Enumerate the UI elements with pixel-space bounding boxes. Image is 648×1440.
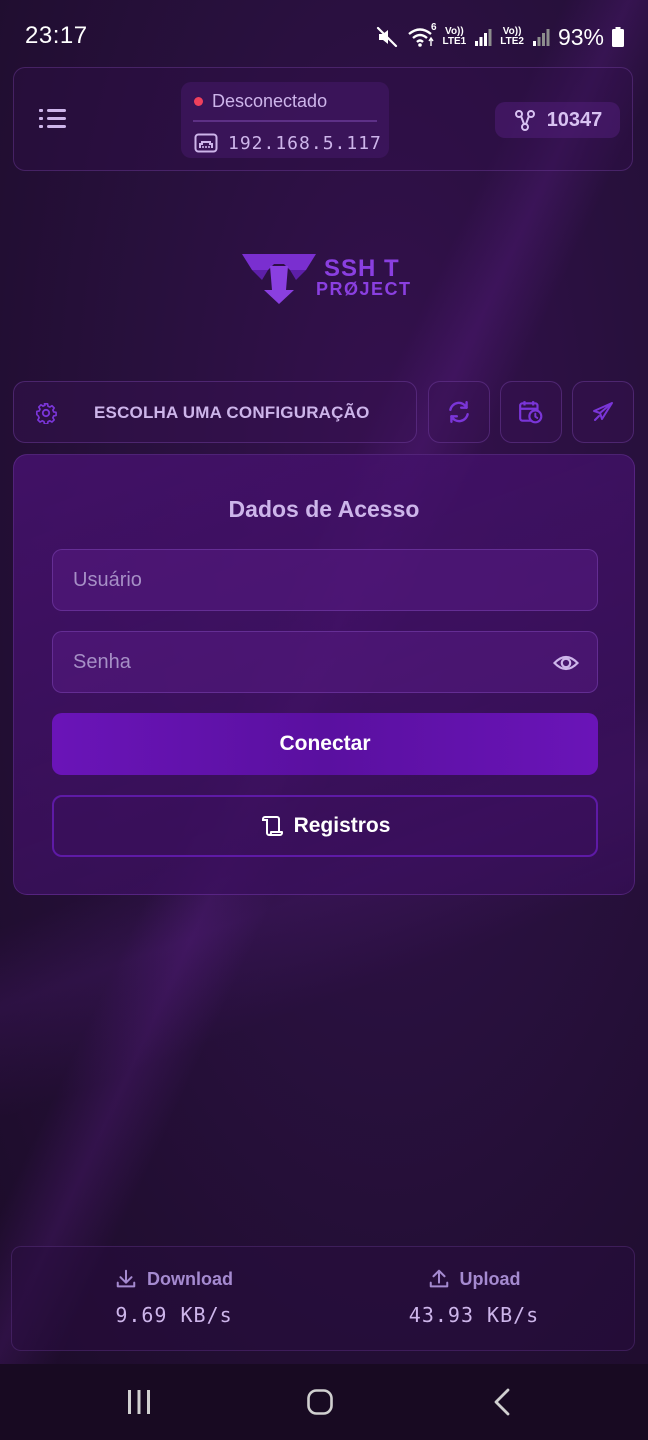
wifi-badge: 6 — [430, 22, 437, 33]
sim1-label: Vo)) LTE1 — [443, 27, 467, 47]
status-time: 23:17 — [25, 22, 88, 49]
airplane-mode-button[interactable] — [572, 381, 634, 443]
download-icon — [116, 1269, 136, 1288]
download-value: 9.69 KB/s — [115, 1303, 233, 1327]
logs-button[interactable]: Registros — [52, 795, 598, 857]
upload-icon — [429, 1269, 448, 1288]
ip-row: 192.168.5.117 — [194, 130, 382, 156]
upload-label: Upload — [459, 1268, 521, 1289]
connection-status: Desconectado — [194, 88, 327, 114]
upload-value: 43.93 KB/s — [408, 1303, 540, 1327]
network-nodes-icon — [514, 110, 535, 131]
recent-apps-button[interactable] — [126, 1388, 152, 1421]
airplane-icon — [593, 402, 613, 421]
refresh-icon — [449, 401, 469, 423]
battery-percent: 93% — [557, 23, 604, 50]
upload-stat: Upload 43.93 KB/s — [344, 1265, 604, 1328]
status-indicators: 6 Vo)) LTE1 Vo)) LTE2 93% — [375, 22, 624, 52]
logo-text-secondary: PRØJECT — [316, 279, 412, 299]
scroll-icon — [261, 816, 283, 836]
signal-icon-2 — [532, 27, 550, 47]
logs-label: Registros — [293, 814, 391, 837]
system-nav-bar — [0, 1364, 648, 1440]
wifi-icon: 6 — [407, 22, 437, 49]
app-logo: SSH T PRØJECT — [240, 252, 410, 308]
mute-icon — [375, 25, 399, 49]
username-input[interactable] — [53, 550, 597, 610]
counter-value: 10347 — [546, 108, 603, 131]
header-card: Desconectado 192.168.5.117 10347 — [13, 67, 633, 171]
sim1-bottom: LTE1 — [442, 36, 467, 47]
password-field[interactable] — [52, 631, 598, 693]
eye-icon — [552, 655, 580, 671]
divider — [193, 120, 377, 122]
signal-icon — [474, 27, 492, 47]
access-card: Dados de Acesso Conectar Registros — [13, 454, 635, 895]
recent-apps-icon — [128, 1390, 150, 1414]
back-chevron-icon — [494, 1388, 510, 1416]
password-input[interactable] — [53, 632, 597, 692]
connect-button[interactable]: Conectar — [52, 713, 598, 775]
choose-config-button[interactable]: ESCOLHA UMA CONFIGURAÇÃO — [13, 381, 417, 443]
battery-icon — [612, 27, 624, 47]
calendar-clock-icon — [519, 401, 543, 424]
download-stat: Download 9.69 KB/s — [44, 1265, 304, 1328]
sim2-label: Vo)) LTE2 — [500, 27, 524, 47]
home-button[interactable] — [306, 1388, 334, 1421]
download-label: Download — [147, 1268, 233, 1289]
connection-status-text: Desconectado — [212, 90, 328, 111]
back-button[interactable] — [492, 1388, 512, 1421]
menu-button[interactable] — [38, 106, 68, 132]
logo-mark-icon — [242, 254, 316, 304]
config-label: ESCOLHA UMA CONFIGURAÇÃO — [94, 403, 370, 422]
status-bar: 23:17 6 Vo)) LTE1 Vo)) LTE2 93% — [0, 0, 648, 70]
refresh-button[interactable] — [428, 381, 490, 443]
schedule-button[interactable] — [500, 381, 562, 443]
gear-icon — [36, 403, 57, 424]
list-menu-icon — [39, 109, 66, 128]
ip-address: 192.168.5.117 — [228, 132, 382, 154]
username-field[interactable] — [52, 549, 598, 611]
card-title: Dados de Acesso — [228, 496, 420, 522]
counter-badge[interactable]: 10347 — [495, 102, 620, 138]
connection-info: Desconectado 192.168.5.117 — [181, 82, 389, 158]
sim2-bottom: LTE2 — [500, 36, 524, 47]
status-dot-icon — [194, 96, 203, 106]
ethernet-icon — [194, 133, 218, 153]
home-icon — [307, 1389, 333, 1415]
toggle-password-visibility[interactable] — [552, 652, 580, 679]
traffic-panel: Download 9.69 KB/s Upload 43.93 KB/s — [11, 1246, 635, 1351]
connect-label: Conectar — [279, 732, 371, 755]
